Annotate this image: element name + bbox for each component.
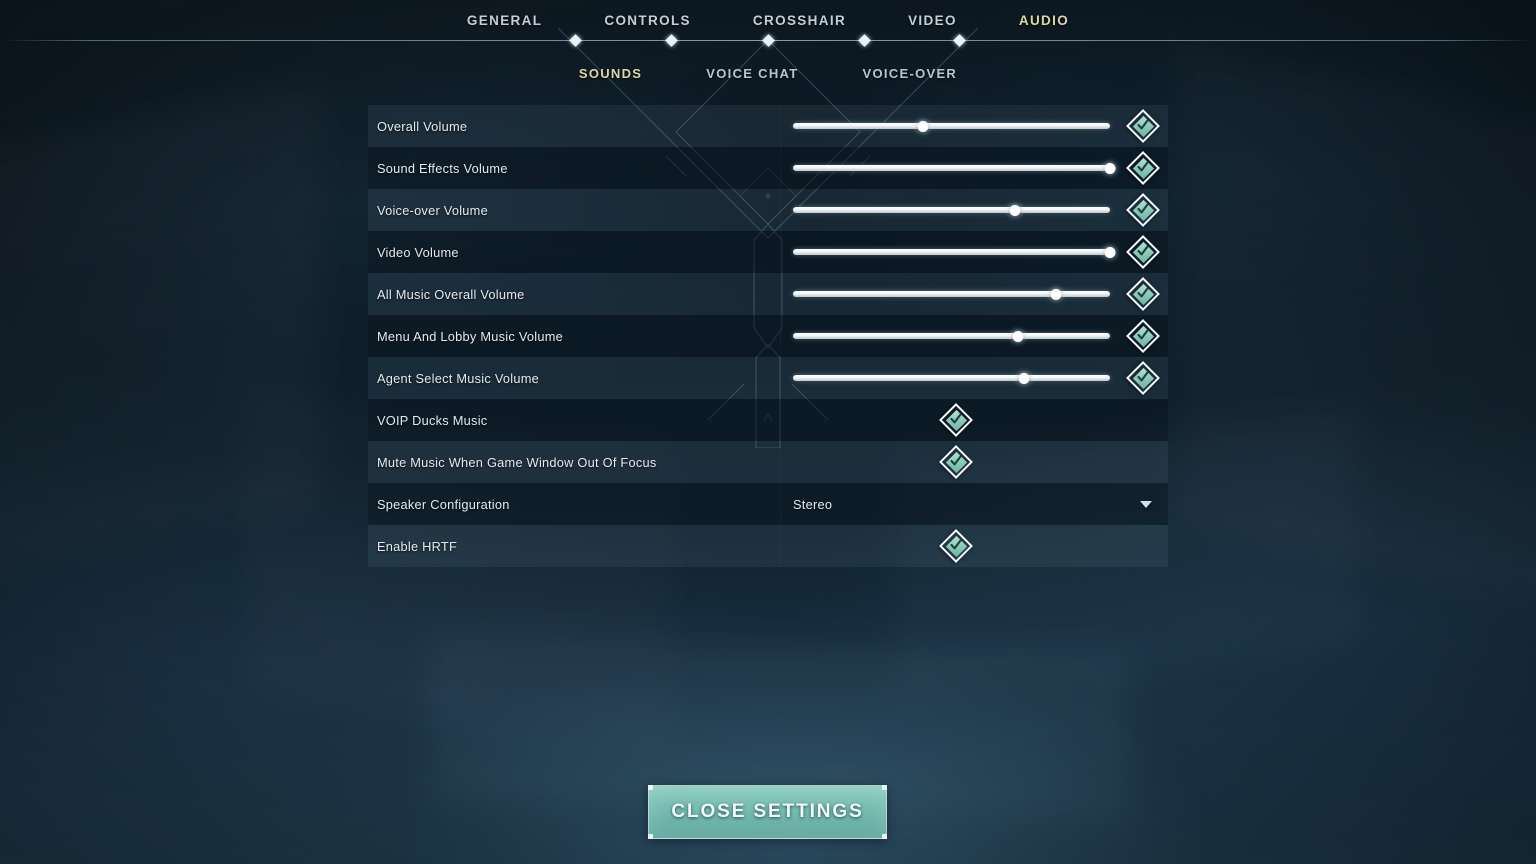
settings-row: Agent Select Music Volume: [368, 357, 1168, 399]
checkbox-mute-music-when-game-window-out-of-focus[interactable]: [939, 445, 973, 479]
dropdown-value: Stereo: [793, 496, 833, 512]
slider-video-volume[interactable]: [793, 241, 1116, 263]
setting-control: Stereo: [780, 483, 1168, 525]
dropdown-speaker-configuration[interactable]: Stereo: [780, 483, 1168, 525]
settings-row: VOIP Ducks Music: [368, 399, 1168, 441]
settings-row: Overall Volume: [368, 105, 1168, 147]
checkbox-voice-over-volume[interactable]: [1126, 193, 1160, 227]
secondary-tab-bar: SOUNDS VOICE CHAT VOICE-OVER: [0, 60, 1536, 86]
setting-control: [780, 189, 1168, 231]
slider-handle[interactable]: [1012, 330, 1024, 342]
settings-row: Mute Music When Game Window Out Of Focus: [368, 441, 1168, 483]
setting-control: [780, 273, 1168, 315]
slider-track: [793, 249, 1110, 255]
button-corner-top-left: [648, 785, 653, 790]
checkbox-overall-volume[interactable]: [1126, 109, 1160, 143]
checkbox-enable-hrtf[interactable]: [939, 529, 973, 563]
button-corner-bottom-right: [882, 834, 887, 839]
slider-track: [793, 123, 1110, 129]
setting-label-enable-hrtf: Enable HRTF: [377, 538, 458, 554]
check-icon: [1137, 287, 1149, 298]
slider-track: [793, 375, 1110, 381]
check-icon: [1137, 329, 1149, 340]
setting-label-voip-ducks-music: VOIP Ducks Music: [377, 412, 488, 428]
settings-row: Voice-over Volume: [368, 189, 1168, 231]
button-corner-top-right: [882, 785, 887, 790]
setting-control: [780, 441, 1168, 483]
slider-handle[interactable]: [1009, 204, 1021, 216]
settings-list: Overall Volume Sound Effects Volume Voice-…: [368, 105, 1168, 567]
check-icon: [1137, 203, 1149, 214]
check-icon: [950, 413, 962, 424]
settings-row: Sound Effects Volume: [368, 147, 1168, 189]
close-settings-label: CLOSE SETTINGS: [671, 801, 864, 822]
setting-control: [780, 399, 1168, 441]
checkbox-sound-effects-volume[interactable]: [1126, 151, 1160, 185]
slider-menu-and-lobby-music-volume[interactable]: [793, 325, 1110, 347]
setting-control: [780, 105, 1168, 147]
tab-general[interactable]: GENERAL: [461, 13, 548, 28]
subtab-sounds[interactable]: SOUNDS: [579, 66, 642, 81]
checkbox-all-music-overall-volume[interactable]: [1126, 277, 1160, 311]
slider-voice-over-volume[interactable]: [793, 199, 1110, 221]
check-icon: [950, 455, 962, 466]
setting-control: [780, 147, 1168, 189]
check-icon: [950, 539, 962, 550]
setting-control: [780, 525, 1168, 567]
close-settings-button[interactable]: CLOSE SETTINGS: [648, 785, 887, 839]
checkbox-agent-select-music-volume[interactable]: [1126, 361, 1160, 395]
check-icon: [1137, 245, 1149, 256]
setting-label-agent-select-music-volume: Agent Select Music Volume: [377, 370, 540, 386]
slider-handle[interactable]: [1018, 372, 1030, 384]
slider-handle[interactable]: [1104, 162, 1116, 174]
tab-crosshair[interactable]: CROSSHAIR: [747, 13, 852, 28]
chevron-down-icon: [1140, 500, 1152, 508]
settings-row: Menu And Lobby Music Volume: [368, 315, 1168, 357]
subtab-voice-over[interactable]: VOICE-OVER: [863, 66, 958, 81]
checkbox-video-volume[interactable]: [1126, 235, 1160, 269]
settings-row: All Music Overall Volume: [368, 273, 1168, 315]
check-icon: [1137, 161, 1149, 172]
slider-track: [793, 165, 1110, 171]
setting-label-voice-over-volume: Voice-over Volume: [377, 202, 488, 218]
setting-label-speaker-configuration: Speaker Configuration: [377, 496, 510, 512]
setting-control: [780, 231, 1168, 273]
subtab-voice-chat[interactable]: VOICE CHAT: [706, 66, 798, 81]
setting-control: [780, 315, 1168, 357]
tab-controls[interactable]: CONTROLS: [598, 13, 697, 28]
setting-label-sound-effects-volume: Sound Effects Volume: [377, 160, 508, 176]
settings-row: Enable HRTF: [368, 525, 1168, 567]
checkbox-voip-ducks-music[interactable]: [939, 403, 973, 437]
setting-label-all-music-overall-volume: All Music Overall Volume: [377, 286, 525, 302]
setting-label-menu-and-lobby-music-volume: Menu And Lobby Music Volume: [377, 328, 564, 344]
checkbox-menu-and-lobby-music-volume[interactable]: [1126, 319, 1160, 353]
setting-label-video-volume: Video Volume: [377, 244, 459, 260]
slider-track: [793, 207, 1110, 213]
tab-audio[interactable]: AUDIO: [1013, 13, 1075, 28]
setting-label-overall-volume: Overall Volume: [377, 118, 468, 134]
check-icon: [1137, 371, 1149, 382]
tab-video[interactable]: VIDEO: [902, 13, 963, 28]
check-icon: [1137, 119, 1149, 130]
slider-all-music-overall-volume[interactable]: [793, 283, 1110, 305]
slider-handle[interactable]: [1050, 288, 1062, 300]
slider-sound-effects-volume[interactable]: [793, 157, 1116, 179]
slider-overall-volume[interactable]: [793, 115, 1110, 137]
setting-control: [780, 357, 1168, 399]
setting-label-mute-music-when-game-window-out-of-focus: Mute Music When Game Window Out Of Focus: [377, 454, 657, 470]
settings-row: Speaker Configuration Stereo: [368, 483, 1168, 525]
slider-handle[interactable]: [1104, 246, 1116, 258]
settings-row: Video Volume: [368, 231, 1168, 273]
valorant-settings-screen: GENERAL CONTROLS CROSSHAIR VIDEO AUDIO S…: [0, 0, 1536, 864]
slider-agent-select-music-volume[interactable]: [793, 367, 1110, 389]
slider-handle[interactable]: [917, 120, 929, 132]
slider-track: [793, 291, 1110, 297]
slider-track: [793, 333, 1110, 339]
button-corner-bottom-left: [648, 834, 653, 839]
